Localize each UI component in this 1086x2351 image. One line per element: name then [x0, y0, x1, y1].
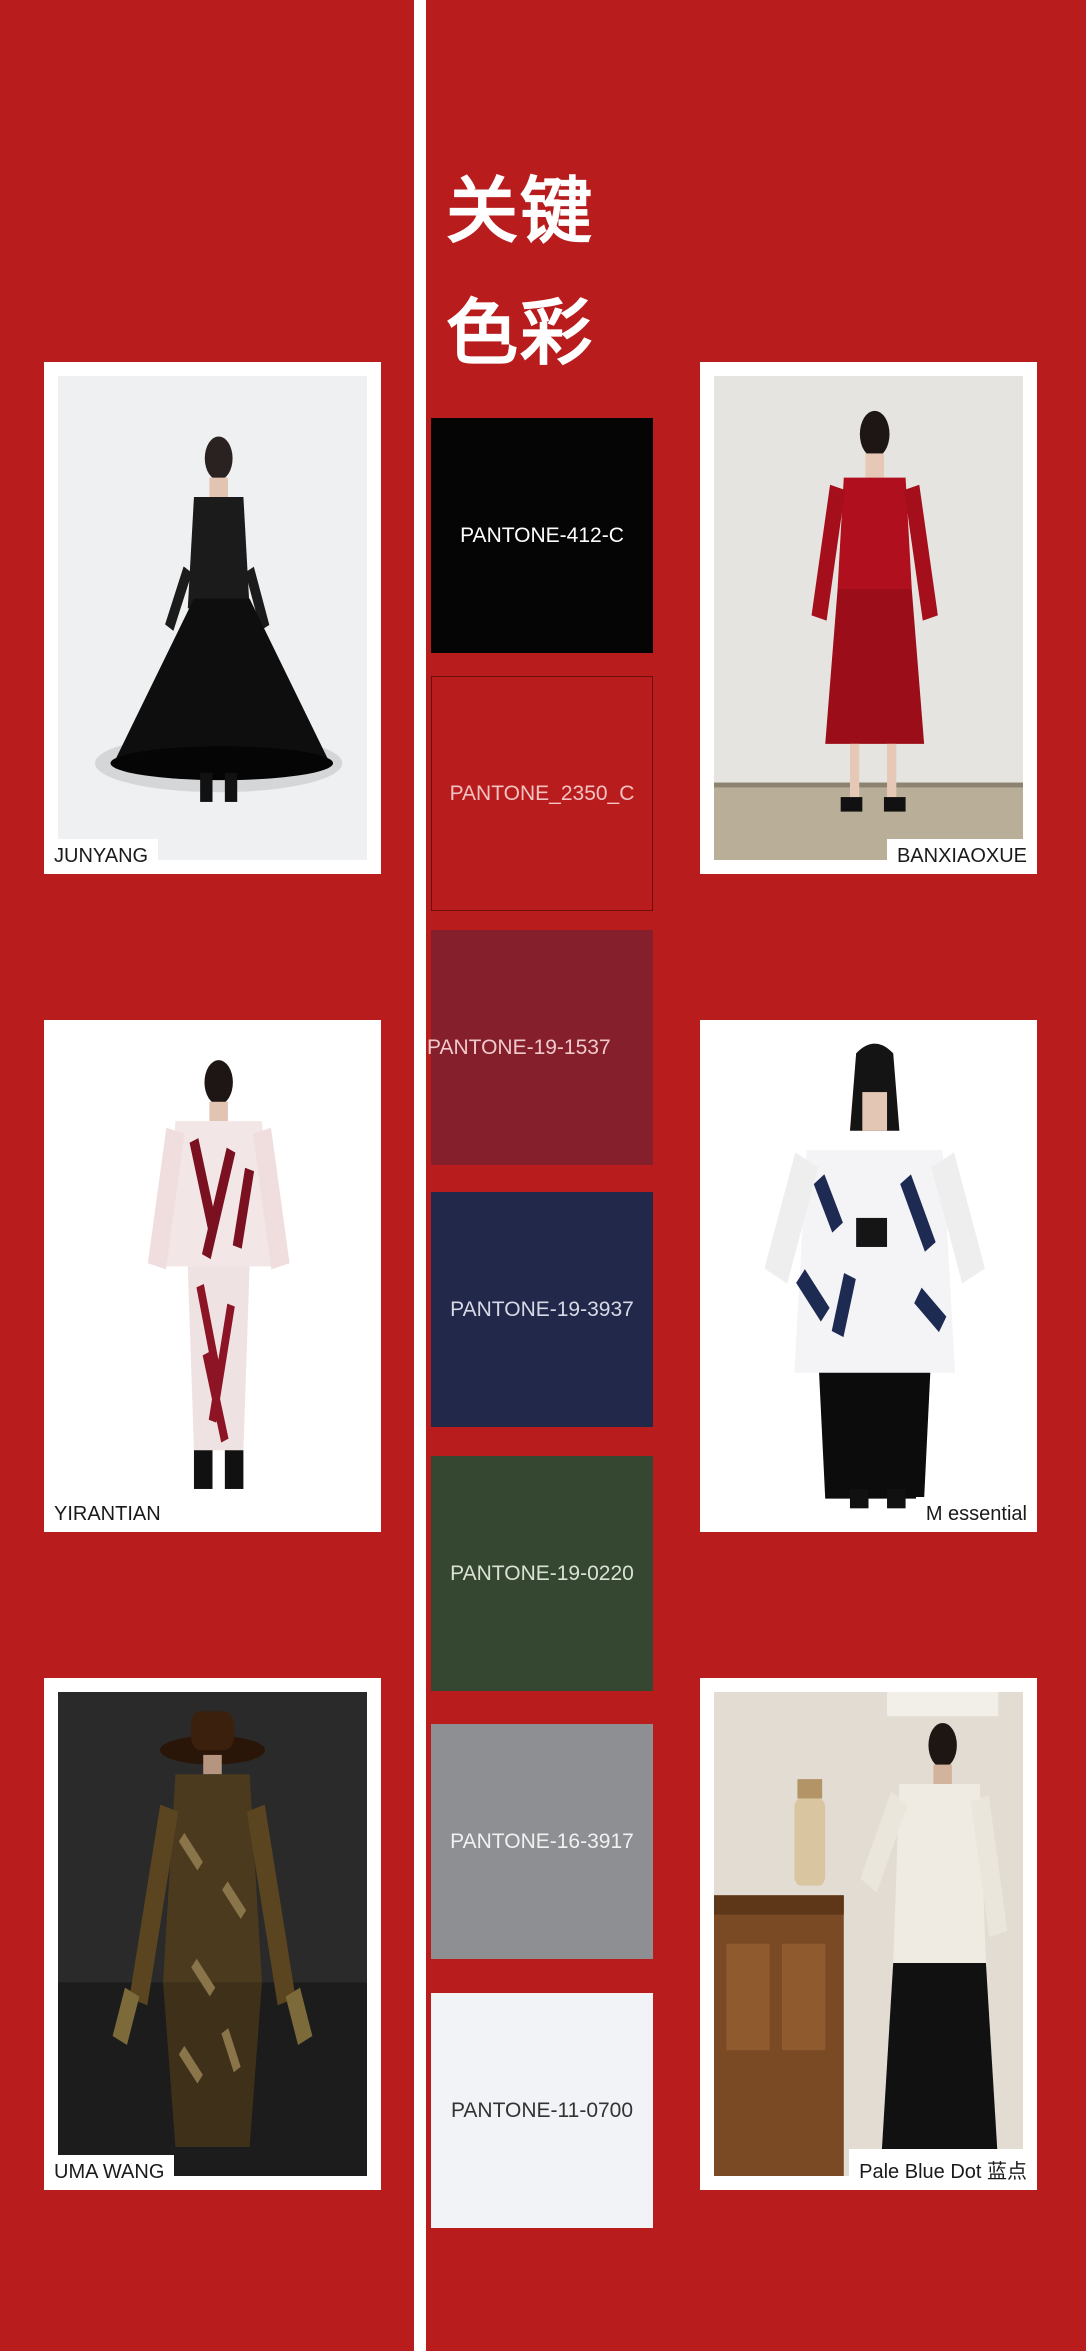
color-swatch: PANTONE-19-3937: [431, 1192, 653, 1427]
page-title: 关键 色彩: [446, 150, 676, 394]
look-card-banxiaoxue[interactable]: BANXIAOXUE: [700, 362, 1037, 874]
look-card-junyang[interactable]: JUNYANG: [44, 362, 381, 874]
look-brand-label: JUNYANG: [44, 839, 159, 874]
swatch-label: PANTONE_2350_C: [449, 781, 635, 805]
swatch-label: PANTONE-19-1537: [427, 1035, 611, 1059]
look-photo: [714, 1692, 1023, 2176]
look-card-yirantian[interactable]: YIRANTIAN: [44, 1020, 381, 1532]
look-card-m-essential[interactable]: M essential: [700, 1020, 1037, 1532]
look-photo: [714, 376, 1023, 860]
swatch-label: PANTONE-19-3937: [450, 1297, 634, 1321]
look-brand-label: Pale Blue Dot 蓝点: [849, 2149, 1037, 2190]
swatch-label: PANTONE-16-3917: [450, 1829, 634, 1853]
color-swatch: PANTONE-19-0220: [431, 1456, 653, 1691]
swatch-label: PANTONE-412-C: [460, 523, 624, 547]
vertical-divider: [414, 0, 426, 2351]
hat-coat-figure: [58, 1692, 367, 2176]
swatch-label: PANTONE-19-0220: [450, 1561, 634, 1585]
color-swatch: PANTONE-412-C: [431, 418, 653, 653]
look-card-uma-wang[interactable]: UMA WANG: [44, 1678, 381, 2190]
look-brand-label: M essential: [915, 1497, 1037, 1532]
color-swatch: PANTONE-11-0700: [431, 1993, 653, 2228]
printed-set-figure: [58, 1034, 367, 1518]
look-photo: [58, 376, 367, 860]
look-photo: [714, 1034, 1023, 1518]
color-swatch: PANTONE-16-3917: [431, 1724, 653, 1959]
look-brand-label: UMA WANG: [44, 2155, 175, 2190]
look-photo: [58, 1692, 367, 2176]
print-jacket-figure: [714, 1034, 1023, 1518]
red-dress-figure: [714, 376, 1023, 860]
look-brand-label: YIRANTIAN: [44, 1497, 171, 1532]
swatch-label: PANTONE-11-0700: [450, 2098, 634, 2122]
title-line-1: 关键: [446, 169, 595, 253]
black-gown-figure: [58, 376, 367, 860]
look-brand-label: BANXIAOXUE: [886, 839, 1037, 874]
color-swatch: PANTONE_2350_C: [431, 676, 653, 911]
look-photo: [58, 1034, 367, 1518]
look-card-pale-blue-dot[interactable]: Pale Blue Dot 蓝点: [700, 1678, 1037, 2190]
white-jacket-figure: [714, 1692, 1023, 2176]
color-swatch: PANTONE-19-1537: [427, 930, 653, 1165]
title-line-2: 色彩: [446, 291, 595, 375]
